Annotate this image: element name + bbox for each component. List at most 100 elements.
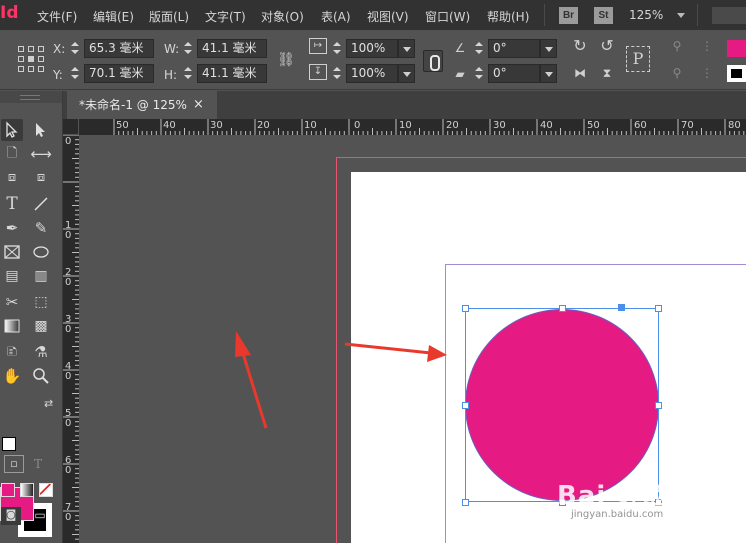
w-field[interactable]: 41.1 毫米	[197, 39, 267, 58]
scissors-tool-icon[interactable]: ✂	[1, 291, 23, 313]
menu-window[interactable]: 窗口(W)	[425, 8, 470, 25]
rotate-angle-icon: ∠	[454, 41, 466, 55]
y-stepper-icon[interactable]	[68, 64, 82, 82]
ruler-label: 20	[257, 120, 270, 131]
page-tool-icon[interactable]: 🗋	[1, 143, 23, 165]
eyedropper-tool-icon[interactable]: ⚗	[30, 341, 52, 363]
select-content-icon[interactable]: ⚲	[667, 63, 687, 83]
default-fill-stroke-icon[interactable]	[2, 437, 16, 451]
gap-tool-icon[interactable]: ⟷	[30, 143, 52, 165]
zoom-level[interactable]: 125%	[629, 8, 663, 22]
menu-file[interactable]: 文件(F)	[37, 8, 77, 25]
stroke-swatch[interactable]	[727, 65, 746, 82]
shear-stepper-icon[interactable]	[472, 64, 486, 82]
tools-panel: 🗋 ⟷ ⧈ ⧈ T ✒ ✎ ▤ ▥ ✂ ⬚ ▩ 🗈 ⚗ ✋ ⇄ ▫ T ◙ ▭	[0, 91, 63, 543]
panel-grip[interactable]	[0, 91, 62, 103]
menu-table[interactable]: 表(A)	[321, 8, 351, 25]
formatting-text-icon[interactable]: T	[28, 455, 48, 473]
apply-gradient-icon[interactable]	[20, 483, 34, 497]
link-scale-button[interactable]	[423, 50, 443, 72]
flip-horizontal-icon[interactable]: ⧓	[570, 63, 590, 83]
note-tool-icon[interactable]: 🗈	[1, 341, 23, 363]
h-field[interactable]: 41.1 毫米	[197, 64, 267, 83]
stock-button[interactable]: St	[594, 7, 613, 24]
ellipse-tool-icon[interactable]	[30, 241, 52, 263]
select-next-icon[interactable]: ⋮	[697, 63, 717, 83]
line-tool-icon[interactable]	[30, 193, 52, 215]
scale-x-dropdown[interactable]	[398, 39, 415, 58]
content-placer-icon[interactable]: ⧈	[30, 167, 52, 189]
tab-document[interactable]: *未命名-1 @ 125% ×	[67, 91, 217, 119]
ruler-label: 3 0	[65, 314, 72, 335]
pasteboard[interactable]: Bai 经验 jingyan.baidu.com	[79, 135, 746, 543]
rotate-stepper-icon[interactable]	[472, 39, 486, 57]
bridge-button[interactable]: Br	[559, 7, 578, 24]
indesign-window: Id 文件(F) 编辑(E) 版面(L) 文字(T) 对象(O) 表(A) 视图…	[0, 0, 746, 543]
close-icon[interactable]: ×	[193, 91, 204, 119]
vertical-ruler[interactable]: 0 1 0 2 0 3 0 4 0 5 0 6 0 7 0	[63, 135, 79, 543]
scale-y-field[interactable]: 100%	[346, 64, 398, 83]
screen-mode-icon[interactable]: ▭	[30, 507, 50, 525]
vertical-grid-tool-icon[interactable]: ▥	[30, 265, 52, 287]
formatting-container-icon[interactable]: ▫	[4, 455, 24, 473]
menu-view[interactable]: 视图(V)	[367, 8, 409, 25]
constrain-proportions-icon[interactable]: ⛓	[277, 50, 295, 70]
direct-selection-tool-icon[interactable]	[30, 119, 52, 141]
menu-divider	[697, 4, 698, 26]
menu-type[interactable]: 文字(T)	[205, 8, 246, 25]
gradient-swatch-tool-icon[interactable]	[1, 315, 23, 337]
fill-swatch[interactable]	[727, 40, 746, 57]
ruler-label: 80	[728, 120, 741, 131]
type-tool-icon[interactable]: T	[1, 193, 23, 215]
zoom-chevron-down-icon[interactable]	[677, 13, 685, 18]
rotate-clockwise-icon[interactable]: ↻	[570, 36, 590, 56]
y-field[interactable]: 70.1 毫米	[84, 64, 154, 83]
select-container-icon[interactable]: ⚲	[667, 36, 687, 56]
ruler-origin[interactable]	[63, 119, 79, 135]
free-transform-tool-icon[interactable]: ⬚	[30, 291, 52, 313]
ruler-ticks	[63, 135, 79, 540]
scale-y-stepper-icon[interactable]	[330, 64, 344, 82]
horizontal-grid-tool-icon[interactable]: ▤	[1, 265, 23, 287]
menu-edit[interactable]: 编辑(E)	[93, 8, 134, 25]
hand-tool-icon[interactable]: ✋	[1, 365, 23, 387]
rotate-counterclockwise-icon[interactable]: ↺	[597, 36, 617, 56]
h-stepper-icon[interactable]	[181, 64, 195, 82]
menu-layout[interactable]: 版面(L)	[149, 8, 189, 25]
scale-x-stepper-icon[interactable]	[330, 39, 344, 57]
select-previous-icon[interactable]: ⋮	[697, 36, 717, 56]
apply-color-icon[interactable]	[1, 483, 15, 497]
shear-field[interactable]: 0°	[488, 64, 540, 83]
content-collector-icon[interactable]: ⧈	[1, 167, 23, 189]
menu-object[interactable]: 对象(O)	[261, 8, 304, 25]
ruler-label: 0	[65, 136, 72, 147]
tab-title: *未命名-1 @ 125%	[79, 98, 187, 112]
x-field[interactable]: 65.3 毫米	[84, 39, 154, 58]
screen-mode-button[interactable]	[712, 7, 746, 24]
gradient-feather-tool-icon[interactable]: ▩	[30, 315, 52, 337]
arrow-up-icon	[235, 331, 268, 429]
apply-none-icon[interactable]	[39, 483, 53, 497]
rotate-dropdown[interactable]	[540, 39, 557, 58]
scale-y-dropdown[interactable]	[398, 64, 415, 83]
swap-fill-stroke-icon[interactable]: ⇄	[44, 397, 58, 411]
ruler-label: 1 0	[65, 220, 72, 241]
rotate-field[interactable]: 0°	[488, 39, 540, 58]
scale-x-field[interactable]: 100%	[346, 39, 398, 58]
rectangle-frame-tool-icon[interactable]	[1, 241, 23, 263]
x-stepper-icon[interactable]	[68, 39, 82, 57]
selection-tool-icon[interactable]	[1, 119, 23, 141]
w-stepper-icon[interactable]	[181, 39, 195, 57]
flip-indicator-icon: P	[626, 46, 650, 72]
shear-dropdown[interactable]	[540, 64, 557, 83]
reference-point-icon[interactable]	[18, 46, 44, 72]
pencil-tool-icon[interactable]: ✎	[30, 217, 52, 239]
flip-vertical-icon[interactable]: ⧗	[597, 63, 617, 83]
menu-bar: Id 文件(F) 编辑(E) 版面(L) 文字(T) 对象(O) 表(A) 视图…	[0, 0, 746, 30]
normal-view-icon[interactable]: ◙	[1, 507, 21, 525]
zoom-tool-icon[interactable]	[30, 365, 52, 387]
pen-tool-icon[interactable]: ✒	[1, 217, 23, 239]
ruler-label: 60	[634, 120, 647, 131]
menu-help[interactable]: 帮助(H)	[487, 8, 529, 25]
horizontal-ruler[interactable]: 50 40 30 20 10 0 10 20 30 40 50 60 70 80	[79, 119, 746, 135]
